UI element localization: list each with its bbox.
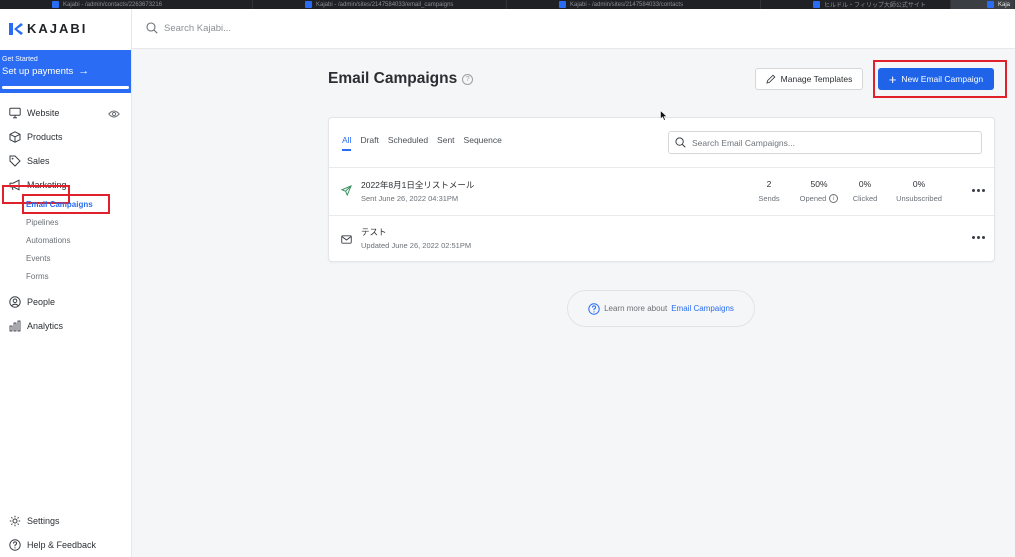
browser-tab-active[interactable]: Kaja (951, 0, 1015, 9)
browser-tab[interactable]: Kajabi - /admin/contacts/2263673216 (0, 0, 253, 9)
tab-draft[interactable]: Draft (360, 135, 378, 151)
kajabi-favicon-icon (987, 1, 994, 8)
pencil-icon (766, 74, 776, 84)
sidebar-item-help-feedback[interactable]: Help & Feedback (9, 537, 96, 553)
kajabi-favicon-icon (559, 1, 566, 8)
page-title: Email Campaigns ? (328, 70, 474, 88)
stat-unsubscribed: 0% Unsubscribed (896, 179, 942, 203)
sidebar-subitem-events[interactable]: Events (26, 251, 50, 265)
setup-progress-bar (2, 86, 129, 89)
sidebar-item-sales[interactable]: Sales (9, 153, 50, 169)
sidebar: KAJABI Get Started Set up payments → Web… (0, 9, 132, 557)
tab-sent[interactable]: Sent (437, 135, 455, 151)
stat-opened: 50% Opened i (791, 179, 847, 203)
sidebar-item-settings[interactable]: Settings (9, 513, 60, 529)
help-icon[interactable]: ? (462, 73, 474, 85)
campaigns-card: All Draft Scheduled Sent Sequence Search… (328, 117, 995, 262)
tab-sequence[interactable]: Sequence (464, 135, 502, 151)
tab-all[interactable]: All (342, 135, 352, 151)
info-icon[interactable]: i (829, 194, 839, 203)
stat-clicked: 0% Clicked (852, 179, 878, 203)
campaign-row[interactable]: 2022年8月1日全リストメール Sent June 26, 2022 04:3… (329, 168, 994, 215)
sidebar-subitem-email-campaigns[interactable]: Email Campaigns (26, 197, 93, 211)
sidebar-subitem-forms[interactable]: Forms (26, 269, 49, 283)
campaign-meta: Sent June 26, 2022 04:31PM (361, 194, 459, 203)
arrow-right-icon: → (78, 65, 90, 77)
kajabi-favicon-icon (813, 1, 820, 8)
campaign-filter-tabs: All Draft Scheduled Sent Sequence (342, 135, 502, 151)
plus-icon: + (888, 71, 897, 87)
question-circle-icon (588, 302, 600, 315)
kajabi-wordmark: KAJABI (27, 21, 88, 36)
mouse-cursor-icon (660, 110, 668, 121)
set-up-payments-link: Set up payments (2, 66, 74, 77)
sidebar-subitem-pipelines[interactable]: Pipelines (26, 215, 58, 229)
more-options-icon[interactable] (972, 236, 985, 239)
kajabi-search-input[interactable]: Search Kajabi... (146, 22, 231, 34)
envelope-icon (341, 235, 352, 244)
get-started-title: Get Started (2, 56, 38, 63)
setup-progress-fill (2, 86, 129, 89)
megaphone-icon (9, 179, 20, 191)
sidebar-subitem-automations[interactable]: Automations (26, 233, 70, 247)
person-circle-icon (9, 296, 21, 308)
question-circle-icon (9, 539, 21, 551)
monitor-icon (9, 107, 21, 119)
campaign-name[interactable]: テスト (361, 226, 387, 238)
eye-icon[interactable] (108, 109, 120, 119)
sidebar-item-people[interactable]: People (9, 294, 55, 310)
campaign-search-input[interactable]: Search Email Campaigns... (668, 131, 982, 154)
sidebar-item-analytics[interactable]: Analytics (9, 318, 63, 334)
tab-scheduled[interactable]: Scheduled (388, 135, 428, 151)
manage-templates-button[interactable]: Manage Templates (755, 68, 863, 90)
campaign-row[interactable]: テスト Updated June 26, 2022 02:51PM (329, 215, 994, 262)
kajabi-favicon-icon (52, 1, 59, 8)
search-placeholder: Search Kajabi... (164, 22, 232, 34)
search-icon (675, 137, 686, 148)
browser-tab[interactable]: ヒルドル・フィリップ大師公式サイト (761, 0, 951, 9)
browser-tab[interactable]: Kajabi - /admin/sites/2147584033/email_c… (253, 0, 507, 9)
new-email-campaign-button[interactable]: + New Email Campaign (878, 68, 994, 90)
kajabi-logo-icon (9, 22, 23, 35)
campaign-search-placeholder: Search Email Campaigns... (692, 137, 795, 148)
sidebar-item-website[interactable]: Website (9, 105, 59, 121)
learn-more-pill: Learn more about Email Campaigns (567, 290, 755, 327)
kajabi-logo[interactable]: KAJABI (9, 21, 87, 36)
gear-icon (9, 515, 21, 527)
campaign-meta: Updated June 26, 2022 02:51PM (361, 241, 472, 250)
browser-tab-strip: Kajabi - /admin/contacts/2263673216 Kaja… (0, 0, 1015, 9)
get-started-banner[interactable]: Get Started Set up payments → (0, 50, 131, 93)
search-icon (146, 22, 158, 34)
sidebar-item-products[interactable]: Products (9, 129, 63, 145)
top-search-bar: Search Kajabi... (132, 9, 1015, 49)
email-campaigns-help-link[interactable]: Email Campaigns (671, 304, 734, 313)
bar-chart-icon (9, 320, 21, 332)
kajabi-favicon-icon (305, 1, 312, 8)
stat-sends: 2 Sends (758, 179, 780, 203)
more-options-icon[interactable] (972, 189, 985, 192)
send-icon (341, 185, 352, 196)
sidebar-item-marketing[interactable]: Marketing (9, 177, 67, 193)
tag-icon (9, 155, 21, 167)
browser-tab[interactable]: Kajabi - /admin/sites/2147584033/contact… (507, 0, 761, 9)
box-icon (9, 131, 21, 143)
campaign-name[interactable]: 2022年8月1日全リストメール (361, 179, 474, 191)
